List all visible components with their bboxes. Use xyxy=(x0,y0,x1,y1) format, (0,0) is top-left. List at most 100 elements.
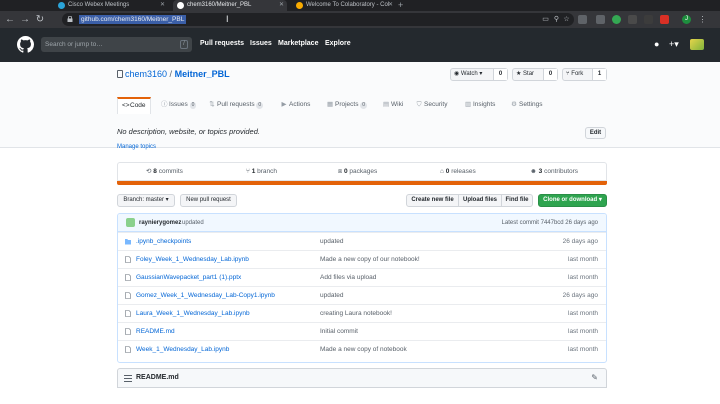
star-count[interactable]: 0 xyxy=(543,69,557,80)
nav-explore[interactable]: Explore xyxy=(325,40,351,47)
url-text[interactable]: github.com/chem3160/Meitner_PBL xyxy=(79,15,187,24)
notifications-bell-icon[interactable]: ● xyxy=(654,39,659,49)
contributors-link[interactable]: ☻ 3 contributors xyxy=(530,163,578,180)
tab-github[interactable]: chem3160/Meitner_PBL ✕ xyxy=(173,0,287,11)
pull-request-icon: ⇅ xyxy=(209,101,215,108)
profile-avatar[interactable]: J xyxy=(682,15,691,24)
tab-actions[interactable]: ▶ Actions xyxy=(281,97,311,114)
menu-dots-icon[interactable]: ⋮ xyxy=(698,15,707,24)
star-button[interactable]: ★ Star 0 xyxy=(512,68,558,81)
file-name[interactable]: Foley_Week_1_Wednesday_Lab.ipynb xyxy=(136,251,249,268)
branches-link[interactable]: ⑂ 1 branch xyxy=(246,163,277,180)
address-bar[interactable]: github.com/chem3160/Meitner_PBL I ▭ ⚲ ☆ xyxy=(62,13,574,26)
extension-icon[interactable] xyxy=(578,15,587,24)
github-logo-icon[interactable] xyxy=(17,36,34,53)
tab-colab[interactable]: Welcome To Colaboratory - Col ✕ xyxy=(292,0,396,11)
repo-name-link[interactable]: Meitner_PBL xyxy=(175,69,230,79)
table-row[interactable]: GaussianWavepacket_part1 (1).pptx Add fi… xyxy=(118,268,606,286)
tab-code[interactable]: <>Code xyxy=(117,97,151,114)
screenshot-extension-icon[interactable] xyxy=(596,15,605,24)
upload-files-button[interactable]: Upload files xyxy=(459,195,502,206)
back-arrow-icon[interactable]: ← xyxy=(4,13,16,26)
record-extension-icon[interactable] xyxy=(660,15,669,24)
table-row[interactable]: Laura_Week_1_Wednesday_Lab.ipynb creatin… xyxy=(118,304,606,322)
tab-insights[interactable]: ▥ Insights xyxy=(465,97,495,114)
file-name[interactable]: GaussianWavepacket_part1 (1).pptx xyxy=(136,269,241,286)
nav-marketplace[interactable]: Marketplace xyxy=(278,40,318,47)
close-icon[interactable]: ✕ xyxy=(279,0,284,11)
tab-pull-requests[interactable]: ⇅ Pull requests 0 xyxy=(209,97,264,114)
commits-link[interactable]: ⟲ 8 commits xyxy=(146,163,183,180)
commit-author[interactable]: raynierygomez xyxy=(139,214,181,232)
user-avatar[interactable] xyxy=(690,39,704,50)
table-row[interactable]: Week_1_Wednesday_Lab.ipynb Made a new co… xyxy=(118,340,606,358)
new-tab-icon[interactable]: + xyxy=(398,0,403,10)
file-icon xyxy=(125,292,131,299)
table-row[interactable]: .ipynb_checkpoints updated 26 days ago xyxy=(118,232,606,250)
watch-count[interactable]: 0 xyxy=(493,69,507,80)
file-icon xyxy=(125,346,131,353)
file-commit-message[interactable]: updated xyxy=(320,233,344,250)
tab-projects[interactable]: ▦ Projects 0 xyxy=(327,97,368,114)
table-row[interactable]: Gomez_Week_1_Wednesday_Lab-Copy1.ipynb u… xyxy=(118,286,606,304)
watch-button[interactable]: ◉ Watch ▾ 0 xyxy=(450,68,508,81)
close-icon[interactable]: ✕ xyxy=(388,0,393,11)
issue-icon: ⓘ xyxy=(161,101,168,108)
latest-commit-summary[interactable]: Latest commit 7447bcd 26 days ago xyxy=(502,214,598,232)
webex-extension-icon[interactable] xyxy=(628,15,637,24)
manage-topics-link[interactable]: Manage topics xyxy=(117,144,156,150)
search-box[interactable]: / xyxy=(41,37,192,52)
file-commit-message[interactable]: Initial commit xyxy=(320,323,358,340)
releases-link[interactable]: ⌂ 0 releases xyxy=(440,163,476,180)
tab-webex[interactable]: Cisco Webex Meetings ✕ xyxy=(54,0,168,11)
tab-title: Welcome To Colaboratory - Col xyxy=(306,2,390,8)
screen: Cisco Webex Meetings ✕ chem3160/Meitner_… xyxy=(0,0,720,404)
tab-issues[interactable]: ⓘ Issues 0 xyxy=(161,97,197,114)
close-icon[interactable]: ✕ xyxy=(160,0,165,11)
pencil-edit-icon[interactable]: ✎ xyxy=(591,373,598,382)
language-bar[interactable] xyxy=(117,181,607,185)
file-name[interactable]: README.md xyxy=(136,323,175,340)
clone-download-button[interactable]: Clone or download ▾ xyxy=(538,194,607,207)
file-name[interactable]: .ipynb_checkpoints xyxy=(136,233,191,250)
file-commit-message[interactable]: updated xyxy=(320,287,344,304)
forward-arrow-icon[interactable]: → xyxy=(19,13,31,26)
create-new-file-button[interactable]: Create new file xyxy=(407,195,459,206)
edit-description-button[interactable]: Edit xyxy=(585,127,606,139)
branch-icon: ⑂ xyxy=(246,168,250,175)
branch-select-button[interactable]: Branch: master ▾ xyxy=(117,194,175,207)
repo-owner-link[interactable]: chem3160 xyxy=(125,69,167,79)
tab-settings[interactable]: ⚙ Settings xyxy=(511,97,542,114)
new-pull-request-button[interactable]: New pull request xyxy=(180,194,237,207)
file-name[interactable]: Week_1_Wednesday_Lab.ipynb xyxy=(136,341,229,358)
grammarly-extension-icon[interactable] xyxy=(612,15,621,24)
file-commit-message[interactable]: Made a new copy of notebook xyxy=(320,341,407,358)
packages-link[interactable]: ⧈ 0 packages xyxy=(338,163,377,180)
file-name[interactable]: Laura_Week_1_Wednesday_Lab.ipynb xyxy=(136,305,250,322)
file-commit-message[interactable]: creating Laura notebook! xyxy=(320,305,392,322)
history-icon: ⟲ xyxy=(146,168,152,175)
file-commit-message[interactable]: Add files via upload xyxy=(320,269,376,286)
create-new-plus-icon[interactable]: +▾ xyxy=(669,39,679,49)
fork-count[interactable]: 1 xyxy=(592,69,606,80)
file-commit-message[interactable]: Made a new copy of our notebook! xyxy=(320,251,420,268)
tab-wiki[interactable]: ▤ Wiki xyxy=(383,97,403,114)
toggle-extension-icon[interactable] xyxy=(644,15,653,24)
nav-pull-requests[interactable]: Pull requests xyxy=(200,40,244,47)
bookmark-star-icon[interactable]: ☆ xyxy=(563,16,570,23)
avatar[interactable] xyxy=(126,218,135,227)
file-name[interactable]: Gomez_Week_1_Wednesday_Lab-Copy1.ipynb xyxy=(136,287,275,304)
reload-icon[interactable]: ↻ xyxy=(34,13,46,26)
commit-message[interactable]: updated xyxy=(182,214,204,232)
search-input[interactable] xyxy=(45,38,175,51)
find-file-button[interactable]: Find file xyxy=(502,195,532,206)
cast-icon[interactable]: ▭ xyxy=(542,16,549,23)
table-row[interactable]: Foley_Week_1_Wednesday_Lab.ipynb Made a … xyxy=(118,250,606,268)
code-icon: <> xyxy=(122,102,130,109)
tab-security[interactable]: ⛉ Security xyxy=(416,97,448,114)
zoom-icon[interactable]: ⚲ xyxy=(553,16,560,23)
security-icon: ⛉ xyxy=(416,101,422,108)
nav-issues[interactable]: Issues xyxy=(250,40,272,47)
table-row[interactable]: README.md Initial commit last month xyxy=(118,322,606,340)
fork-button[interactable]: ⑂ Fork 1 xyxy=(562,68,607,81)
